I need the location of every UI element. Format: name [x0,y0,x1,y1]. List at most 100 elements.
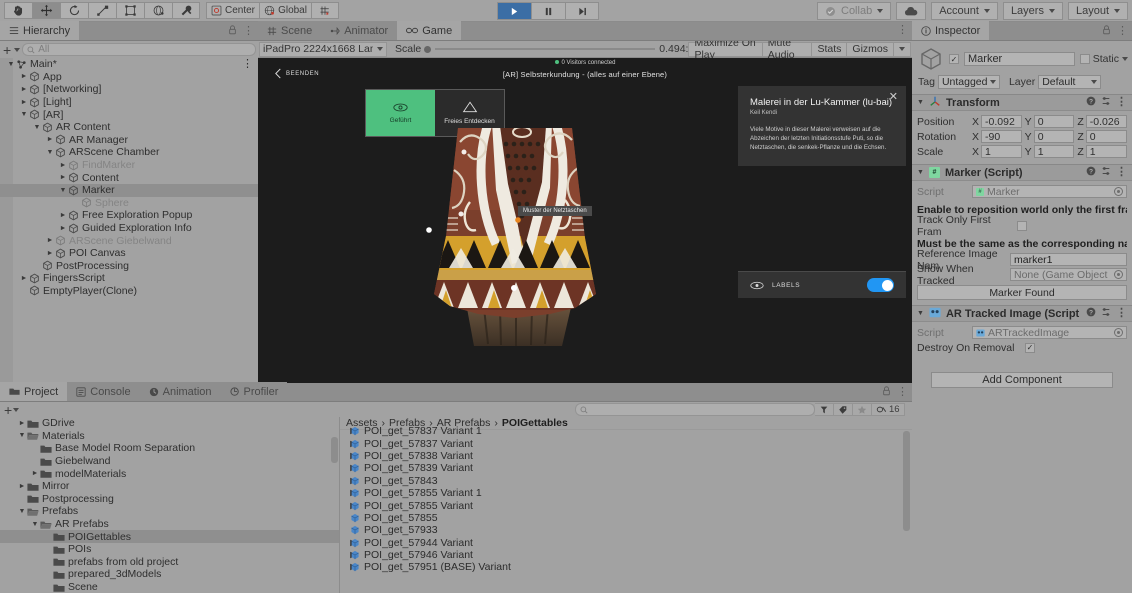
chevron-right-icon[interactable]: ► [45,250,55,257]
hierarchy-item-guided-exploration-info[interactable]: ► Guided Exploration Info [0,222,258,235]
chevron-down-icon[interactable]: ▼ [6,61,16,68]
chevron-right-icon[interactable]: ► [19,275,29,282]
hierarchy-item-emptyplayer-clone[interactable]: EmptyPlayer(Clone) [0,285,258,298]
ar-tracked-image-header[interactable]: ▼ AR Tracked Image (Script ? ⋮ [912,305,1132,322]
chevron-down-icon[interactable]: ▼ [30,521,40,528]
project-folder-scene[interactable]: Scene [0,581,339,593]
mute-audio-button[interactable]: Mute Audio [761,37,812,61]
collab-button[interactable]: Collab [817,2,892,20]
labels-toggle-switch[interactable] [867,278,894,292]
asset-item[interactable]: POI_get_57855 Variant 1 [340,487,912,499]
asset-item[interactable]: POI_get_57855 [340,512,912,524]
lock-icon[interactable] [1102,25,1111,38]
filter-by-label-button[interactable] [834,403,853,416]
maximize-on-play-button[interactable]: Maximize On Play [688,37,762,61]
poi-label[interactable]: Muster der Netztaschen [518,206,592,216]
transform-scale-z-input[interactable]: 1 [1085,145,1128,158]
tab-inspector[interactable]: Inspector [912,21,990,40]
tab-profiler[interactable]: Profiler [220,382,288,401]
hierarchy-item-app[interactable]: ► App [0,71,258,84]
back-button[interactable]: BEENDEN [274,68,319,79]
tracked-script-field[interactable]: ARTrackedImage [972,326,1127,339]
preset-icon[interactable] [1101,166,1111,179]
asset-item[interactable]: POI_get_57933 [340,524,912,536]
script-field-value[interactable]: # Marker [972,185,1127,198]
resolution-dropdown[interactable]: iPadPro 2224x1668 Land: [259,41,387,57]
hierarchy-menu-icon[interactable]: ⋮ [243,26,254,37]
gizmos-dropdown[interactable] [893,41,911,57]
asset-list-scrollbar[interactable] [903,431,910,593]
chevron-right-icon[interactable]: ► [58,174,68,181]
move-tool-button[interactable] [32,2,60,19]
add-component-button[interactable]: Add Component [931,372,1113,388]
chevron-down-icon[interactable]: ▼ [17,432,27,439]
hierarchy-item-light[interactable]: ► [Light] [0,96,258,109]
tab-hierarchy[interactable]: Hierarchy [0,21,80,40]
asset-item[interactable]: POI_get_57839 Variant [340,462,912,474]
project-search-input[interactable] [575,403,815,416]
hierarchy-item-arscene-chamber[interactable]: ▼ ARScene Chamber [0,146,258,159]
tag-dropdown[interactable]: Untagged [937,75,1000,89]
preset-icon[interactable] [1101,307,1111,320]
track-first-frame-checkbox[interactable] [1017,220,1027,231]
chevron-down-icon[interactable]: ▼ [17,508,27,515]
project-folder-prepared-3dmodels[interactable]: prepared_3dModels [0,568,339,581]
ar-artifact-model[interactable] [400,118,630,348]
chevron-down-icon[interactable]: ▼ [45,149,55,156]
chevron-right-icon[interactable]: ► [19,99,29,106]
scale-slider-group[interactable]: Scale 0.494: [395,43,688,55]
tab-animator[interactable]: Animator [321,21,398,40]
chevron-right-icon[interactable]: ► [58,212,68,219]
chevron-right-icon[interactable]: ► [45,136,55,143]
game-render-canvas[interactable]: 0 Visitors connected [AR] Selbsterkundun… [258,58,912,402]
add-gameobject-button[interactable]: + [2,43,12,57]
space-mode-button[interactable]: Global [259,2,312,19]
inspector-menu-icon[interactable]: ⋮ [1117,26,1128,37]
layout-button[interactable]: Layout [1067,2,1128,20]
rotate-tool-button[interactable] [60,2,88,19]
cloud-button[interactable] [896,2,927,20]
hierarchy-item-free-exploration-popup[interactable]: ► Free Exploration Popup [0,209,258,222]
reference-image-name-input[interactable]: marker1 [1010,253,1127,266]
project-folder-gdrive[interactable]: ► GDrive [0,417,339,430]
account-button[interactable]: Account [931,2,998,20]
lock-icon[interactable] [882,386,891,399]
tab-project[interactable]: Project [0,382,68,401]
scale-tool-button[interactable] [88,2,116,19]
gameobject-enabled-checkbox[interactable]: ✓ [949,54,959,64]
hierarchy-row-menu-icon[interactable]: ⋮ [242,58,253,70]
chevron-down-icon[interactable]: ▼ [32,124,42,131]
step-button[interactable] [565,2,599,20]
project-folder-modelmaterials[interactable]: ► modelMaterials [0,467,339,480]
project-folder-poigettables[interactable]: POIGettables [0,530,339,543]
scale-slider-track[interactable] [435,48,656,50]
object-picker-icon[interactable] [1114,187,1123,196]
chevron-right-icon[interactable]: ► [19,86,29,93]
project-menu-icon[interactable]: ⋮ [897,387,908,398]
chevron-down-icon[interactable]: ▼ [917,169,924,176]
chevron-right-icon[interactable]: ► [17,420,27,427]
chevron-down-icon[interactable] [14,47,21,52]
project-folder-materials[interactable]: ▼ Materials [0,430,339,443]
hierarchy-item-main[interactable]: ▼ Main* ⋮ [0,58,258,71]
asset-item[interactable]: POI_get_57951 (BASE) Variant [340,561,912,573]
asset-item[interactable]: POI_get_57855 Variant [340,499,912,512]
hierarchy-item-postprocessing[interactable]: PostProcessing [0,260,258,273]
tab-game[interactable]: Game [397,21,462,40]
transform-tool-button[interactable] [144,2,172,19]
hierarchy-item-arscene-giebelwand[interactable]: ► ARScene Giebelwand [0,234,258,247]
transform-rotation-y-input[interactable]: 0 [1033,130,1075,143]
project-folder-mirror[interactable]: ► Mirror [0,480,339,493]
hierarchy-item-ar-content[interactable]: ▼ AR Content [0,121,258,134]
project-folder-ar-prefabs[interactable]: ▼ AR Prefabs [0,518,339,531]
lock-icon[interactable] [228,25,237,38]
gameview-menu-icon[interactable]: ⋮ [897,25,908,36]
layer-dropdown[interactable]: Default [1038,75,1102,89]
tab-scene[interactable]: Scene [258,21,322,40]
favorites-button[interactable] [853,403,872,416]
transform-position-x-input[interactable]: -0.092 [981,115,1022,128]
project-folder-postprocessing[interactable]: Postprocessing [0,493,339,506]
hierarchy-item-findmarker[interactable]: ► FindMarker [0,159,258,172]
hand-tool-button[interactable] [4,2,32,19]
asset-item[interactable]: POI_get_57837 Variant 1 [340,425,912,437]
